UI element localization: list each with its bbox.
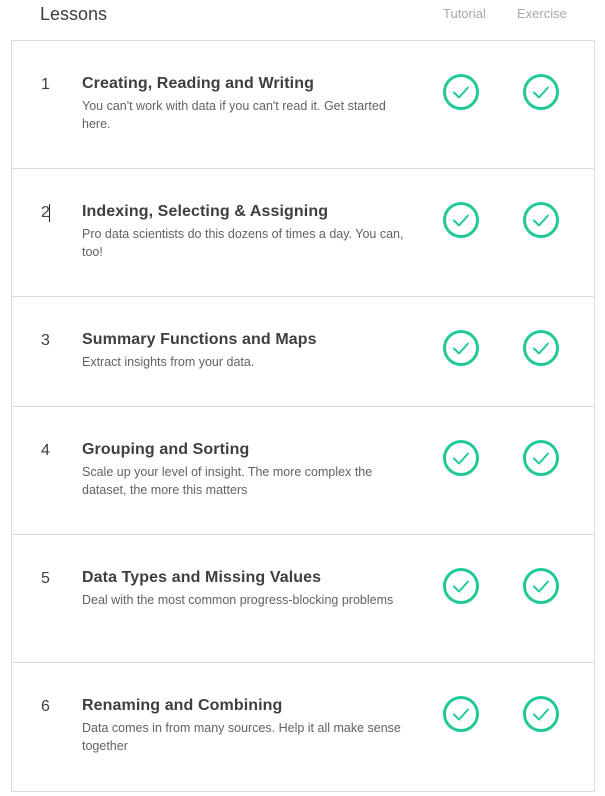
exercise-complete-check-icon[interactable] bbox=[523, 202, 559, 238]
lesson-description: Deal with the most common progress-block… bbox=[82, 593, 394, 607]
lesson-title[interactable]: Summary Functions and Maps bbox=[82, 331, 317, 349]
lesson-row-1[interactable]: 1 Creating, Reading and Writing You can'… bbox=[12, 41, 594, 169]
exercise-column-header: Exercise bbox=[517, 6, 567, 21]
exercise-complete-check-icon[interactable] bbox=[523, 440, 559, 476]
lesson-title[interactable]: Creating, Reading and Writing bbox=[82, 75, 314, 93]
lesson-description: Data comes in from many sources. Help it… bbox=[82, 721, 401, 753]
lesson-number: 6 bbox=[41, 698, 50, 715]
tutorial-column-header: Tutorial bbox=[443, 6, 486, 21]
lesson-row-4[interactable]: 4 Grouping and Sorting Scale up your lev… bbox=[12, 407, 594, 535]
tutorial-complete-check-icon[interactable] bbox=[443, 696, 479, 732]
exercise-complete-check-icon[interactable] bbox=[523, 74, 559, 110]
lessons-title: Lessons bbox=[40, 4, 108, 24]
lesson-title[interactable]: Indexing, Selecting & Assigning bbox=[82, 203, 328, 221]
tutorial-complete-check-icon[interactable] bbox=[443, 74, 479, 110]
lesson-description: Extract insights from your data. bbox=[82, 355, 255, 369]
lesson-row-6[interactable]: 6 Renaming and Combining Data comes in f… bbox=[12, 663, 594, 791]
lesson-number: 1 bbox=[41, 76, 50, 93]
lesson-row-3[interactable]: 3 Summary Functions and Maps Extract ins… bbox=[12, 297, 594, 407]
lesson-number: 4 bbox=[41, 442, 50, 459]
tutorial-complete-check-icon[interactable] bbox=[443, 330, 479, 366]
lesson-row-2[interactable]: 2 Indexing, Selecting & Assigning Pro da… bbox=[12, 169, 594, 297]
lessons-list: 1 Creating, Reading and Writing You can'… bbox=[11, 40, 595, 792]
lesson-row-5[interactable]: 5 Data Types and Missing Values Deal wit… bbox=[12, 535, 594, 663]
exercise-complete-check-icon[interactable] bbox=[523, 330, 559, 366]
lesson-description: Pro data scientists do this dozens of ti… bbox=[82, 227, 404, 259]
lesson-number: 5 bbox=[41, 570, 50, 587]
lesson-title[interactable]: Grouping and Sorting bbox=[82, 441, 249, 459]
lesson-description: Scale up your level of insight. The more… bbox=[82, 465, 373, 497]
exercise-complete-check-icon[interactable] bbox=[523, 696, 559, 732]
tutorial-complete-check-icon[interactable] bbox=[443, 440, 479, 476]
text-cursor bbox=[49, 204, 50, 222]
exercise-complete-check-icon[interactable] bbox=[523, 568, 559, 604]
lesson-title[interactable]: Renaming and Combining bbox=[82, 697, 282, 715]
lesson-title[interactable]: Data Types and Missing Values bbox=[82, 569, 321, 587]
tutorial-complete-check-icon[interactable] bbox=[443, 568, 479, 604]
lesson-description: You can't work with data if you can't re… bbox=[82, 99, 386, 131]
lessons-header: Lessons Tutorial Exercise bbox=[0, 0, 605, 40]
tutorial-complete-check-icon[interactable] bbox=[443, 202, 479, 238]
lesson-number: 3 bbox=[41, 332, 50, 349]
